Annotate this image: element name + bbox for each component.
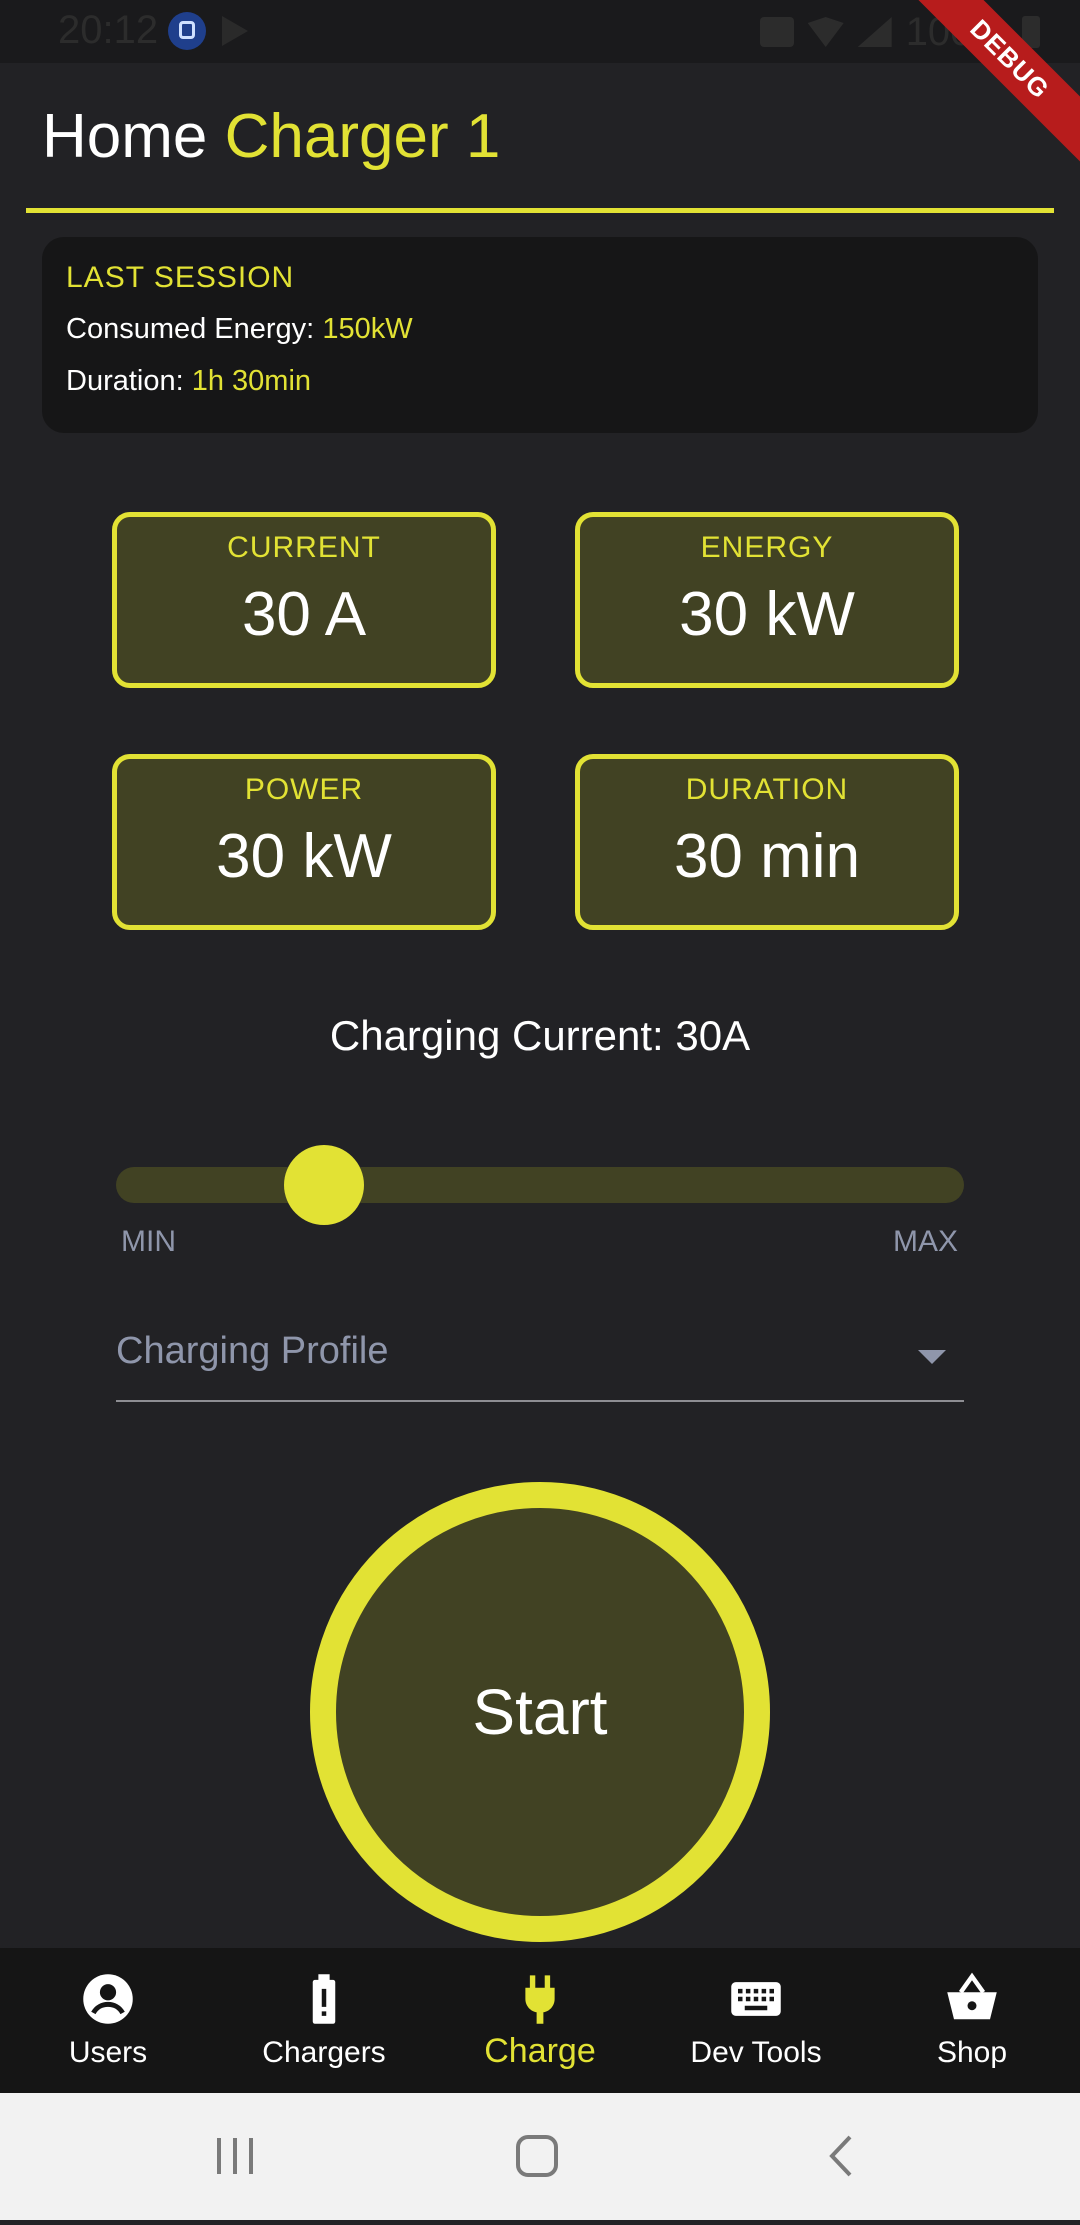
home-icon <box>516 2135 558 2177</box>
battery-alert-icon <box>312 1974 336 2024</box>
back-icon <box>829 2135 852 2177</box>
stat-duration: DURATION 30 min <box>575 754 959 930</box>
last-session-heading: LAST SESSION <box>66 261 295 294</box>
stat-duration-label: DURATION <box>685 773 849 806</box>
shopping-basket-icon <box>947 1972 997 2020</box>
crypto-app-icon <box>168 12 206 50</box>
status-bar: 20:12 100% <box>0 0 1080 63</box>
duration-value: 1h 30min <box>191 365 312 397</box>
keyboard-icon <box>731 1982 781 2016</box>
signal-icon <box>857 17 892 47</box>
status-time: 20:12 <box>58 8 159 52</box>
stat-energy-label: ENERGY <box>700 531 834 564</box>
recent-apps-icon <box>217 2138 253 2174</box>
consumed-energy-value: 150kW <box>322 313 413 345</box>
start-button[interactable]: Start <box>310 1482 770 1942</box>
charging-current-slider[interactable] <box>116 1167 964 1203</box>
back-button[interactable] <box>760 2093 920 2220</box>
account-circle-icon <box>83 1974 133 2024</box>
page-title: Home Charger 1 <box>42 101 500 172</box>
consumed-energy-row: Consumed Energy: 150kW <box>66 313 413 346</box>
nav-users[interactable]: Users <box>0 1948 216 2093</box>
home-button[interactable] <box>457 2093 617 2220</box>
nav-charge[interactable]: Charge <box>432 1948 648 2093</box>
nav-shop[interactable]: Shop <box>864 1948 1080 2093</box>
mute-icon <box>759 17 794 47</box>
charging-current-text: Charging Current: 30A <box>329 1012 751 1059</box>
charging-profile-placeholder: Charging Profile <box>116 1330 389 1372</box>
wifi-icon <box>807 17 844 47</box>
stat-energy: ENERGY 30 kW <box>575 512 959 688</box>
dropdown-arrow-icon <box>918 1350 946 1364</box>
recent-apps-button[interactable] <box>155 2093 315 2220</box>
stat-power-value: 30 kW <box>216 822 392 891</box>
page-title-charger: Charger 1 <box>224 102 501 171</box>
stat-current-value: 30 A <box>241 580 367 649</box>
start-button-label: Start <box>472 1676 608 1748</box>
nav-chargers[interactable]: Chargers <box>216 1948 432 2093</box>
nav-chargers-label: Chargers <box>262 2036 386 2069</box>
page-title-prefix: Home <box>42 102 208 171</box>
stat-current: CURRENT 30 A <box>112 512 496 688</box>
bottom-nav: Users Chargers Charge Dev Tools Shop <box>0 1948 1080 2093</box>
duration-row: Duration: 1h 30min <box>66 365 311 398</box>
charging-profile-dropdown[interactable]: Charging Profile <box>116 1320 964 1402</box>
slider-min-label: MIN <box>121 1225 176 1258</box>
title-underline <box>26 208 1054 213</box>
power-plug-icon <box>525 1975 555 2024</box>
slider-thumb[interactable] <box>283 1145 364 1225</box>
stat-power-label: POWER <box>244 773 364 806</box>
nav-charge-label: Charge <box>484 2032 596 2070</box>
nav-users-label: Users <box>68 2036 148 2069</box>
consumed-energy-label: Consumed Energy: <box>66 313 315 345</box>
app-bar: Home Charger 1 <box>0 63 1080 213</box>
duration-label: Duration: <box>66 365 184 397</box>
nav-shop-label: Shop <box>936 2036 1008 2069</box>
slider-max-label: MAX <box>892 1225 958 1258</box>
stat-duration-value: 30 min <box>673 822 861 891</box>
nav-dev-tools-label: Dev Tools <box>690 2036 822 2069</box>
system-nav-bar <box>0 2093 1080 2220</box>
stat-power: POWER 30 kW <box>112 754 496 930</box>
stat-energy-value: 30 kW <box>679 580 855 649</box>
nav-dev-tools[interactable]: Dev Tools <box>648 1948 864 2093</box>
play-store-icon <box>222 16 248 46</box>
stat-current-label: CURRENT <box>227 531 381 564</box>
last-session-card: LAST SESSION Consumed Energy: 150kW Dura… <box>42 237 1038 433</box>
